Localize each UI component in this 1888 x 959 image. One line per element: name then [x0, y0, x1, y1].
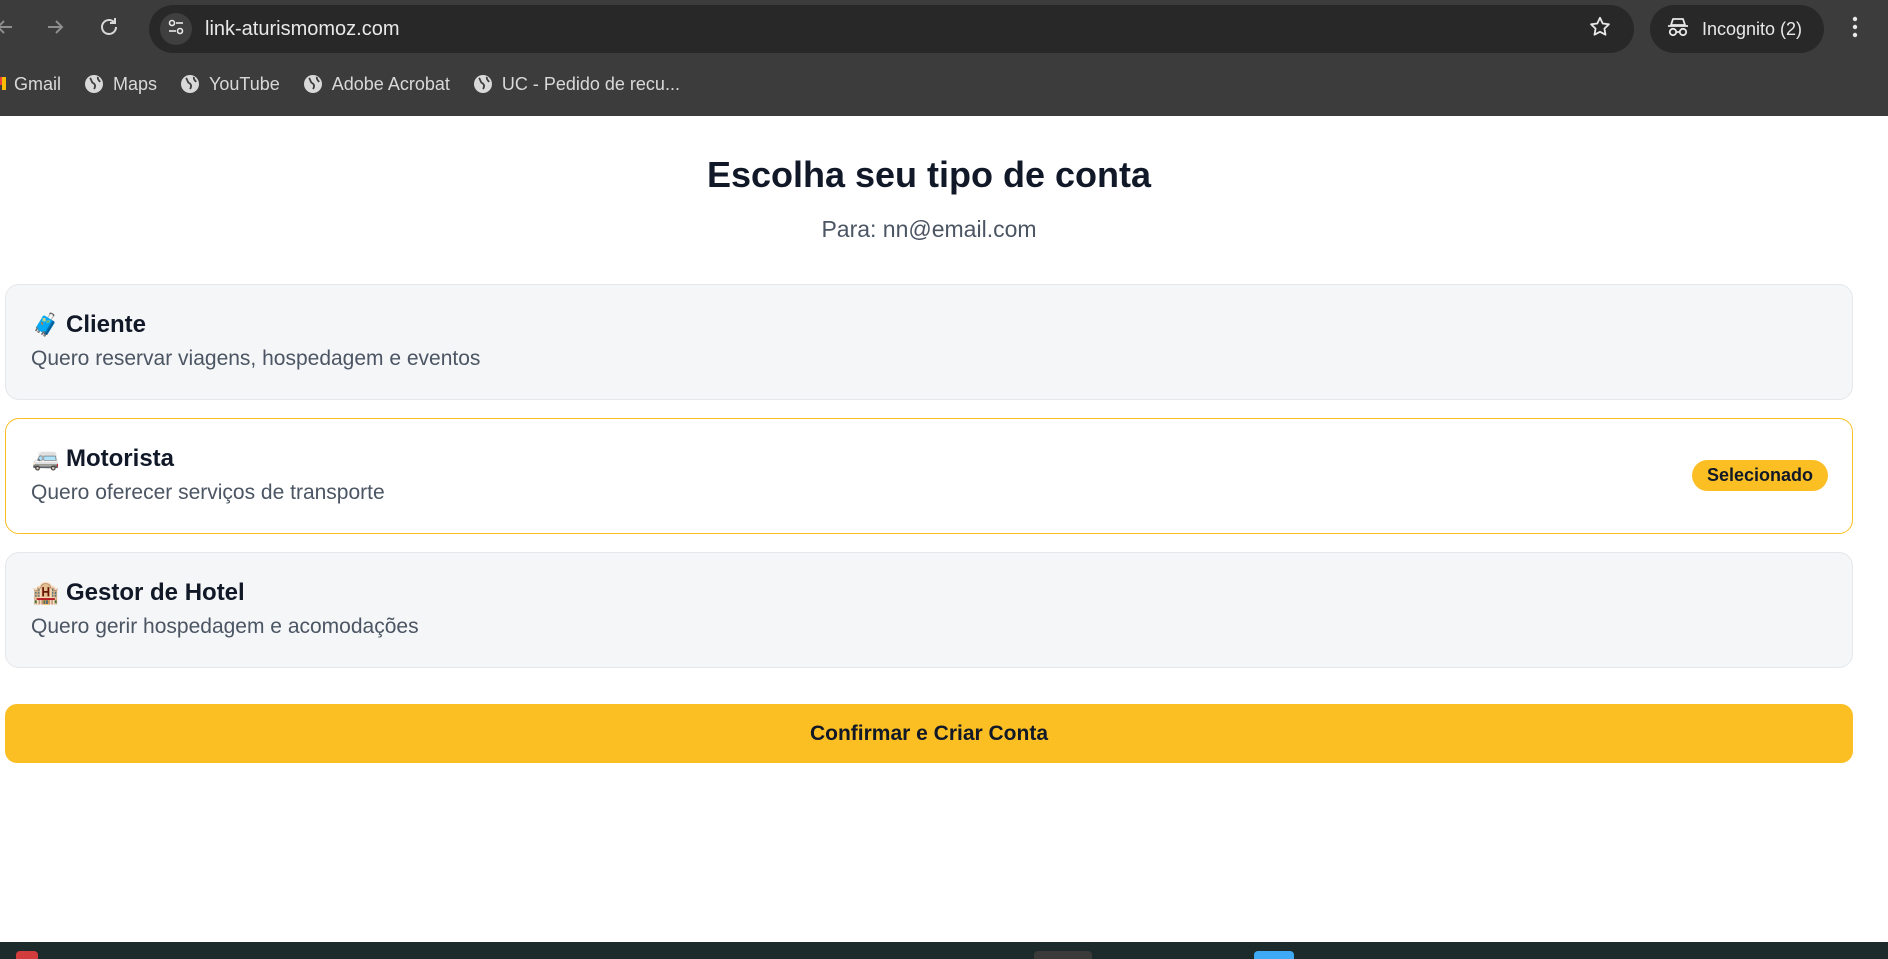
option-title: Motorista — [66, 445, 174, 472]
option-title: Gestor de Hotel — [66, 579, 245, 606]
bookmark-gmail[interactable]: Gmail — [0, 67, 69, 101]
option-header: 🏨 Gestor de Hotel — [32, 579, 245, 607]
taskbar-app-icon[interactable] — [1254, 951, 1294, 959]
page-content: Escolha seu tipo de conta Para: nn@email… — [0, 116, 1888, 942]
url-text[interactable]: link-aturismomoz.com — [205, 5, 399, 53]
option-title: Cliente — [66, 311, 147, 338]
option-description: Quero oferecer serviços de transporte — [31, 481, 385, 504]
browser-chrome: link-aturismomoz.com Incognito (2) Gmail… — [0, 0, 1888, 116]
bookmark-uc-pedido[interactable]: UC - Pedido de recu... — [464, 67, 688, 101]
bookmark-label: Gmail — [14, 73, 62, 94]
hotel-icon: 🏨 — [32, 580, 60, 605]
arrow-left-icon — [0, 17, 15, 41]
reload-button[interactable] — [92, 12, 126, 46]
bookmark-label: Maps — [113, 73, 158, 94]
more-vertical-icon — [1852, 16, 1858, 43]
bookmark-youtube[interactable]: YouTube — [171, 67, 288, 101]
luggage-icon: 🧳 — [32, 312, 60, 337]
globe-icon — [302, 73, 324, 95]
account-option-motorista[interactable]: 🚐 Motorista Quero oferecer serviços de t… — [5, 418, 1853, 534]
back-button[interactable] — [0, 12, 22, 46]
incognito-indicator[interactable]: Incognito (2) — [1650, 5, 1824, 53]
bookmark-label: Adobe Acrobat — [331, 73, 450, 94]
selected-badge: Selecionado — [1691, 460, 1828, 491]
star-icon — [1588, 15, 1612, 44]
account-option-cliente[interactable]: 🧳 Cliente Quero reservar viagens, hosped… — [5, 284, 1853, 400]
bookmark-label: YouTube — [209, 73, 280, 94]
reload-icon — [98, 16, 120, 42]
page-subtitle: Para: nn@email.com — [821, 216, 1037, 242]
bookmark-adobe-acrobat[interactable]: Adobe Acrobat — [294, 67, 458, 101]
van-icon: 🚐 — [32, 446, 60, 471]
bookmark-label: UC - Pedido de recu... — [501, 73, 680, 94]
incognito-label: Incognito (2) — [1702, 18, 1803, 39]
globe-icon — [179, 73, 201, 95]
bookmark-maps[interactable]: Maps — [75, 67, 165, 101]
site-info-button[interactable] — [160, 13, 192, 45]
option-header: 🧳 Cliente — [32, 311, 146, 339]
browser-menu-button[interactable] — [1843, 12, 1867, 46]
os-taskbar — [0, 942, 1888, 959]
globe-icon — [83, 73, 105, 95]
gmail-icon — [0, 75, 6, 93]
account-option-gestor-hotel[interactable]: 🏨 Gestor de Hotel Quero gerir hospedagem… — [5, 552, 1853, 668]
globe-icon — [472, 73, 494, 95]
option-description: Quero gerir hospedagem e acomodações — [31, 615, 419, 638]
bookmarks-bar: Gmail Maps YouTube Adobe Acrobat UC - Pe… — [0, 62, 1888, 106]
confirm-create-account-button[interactable]: Confirmar e Criar Conta — [5, 704, 1853, 763]
arrow-right-icon — [45, 17, 65, 41]
taskbar-app-icon[interactable] — [1034, 951, 1092, 959]
tune-icon — [167, 18, 185, 41]
bookmark-star-button[interactable] — [1586, 15, 1614, 43]
address-bar[interactable]: link-aturismomoz.com — [149, 5, 1634, 53]
taskbar-app-icon[interactable] — [16, 951, 38, 959]
forward-button[interactable] — [38, 12, 72, 46]
incognito-icon — [1666, 16, 1690, 43]
browser-toolbar: link-aturismomoz.com Incognito (2) — [0, 0, 1888, 58]
option-description: Quero reservar viagens, hospedagem e eve… — [31, 347, 481, 370]
page-title: Escolha seu tipo de conta — [706, 154, 1152, 195]
option-header: 🚐 Motorista — [32, 445, 174, 473]
